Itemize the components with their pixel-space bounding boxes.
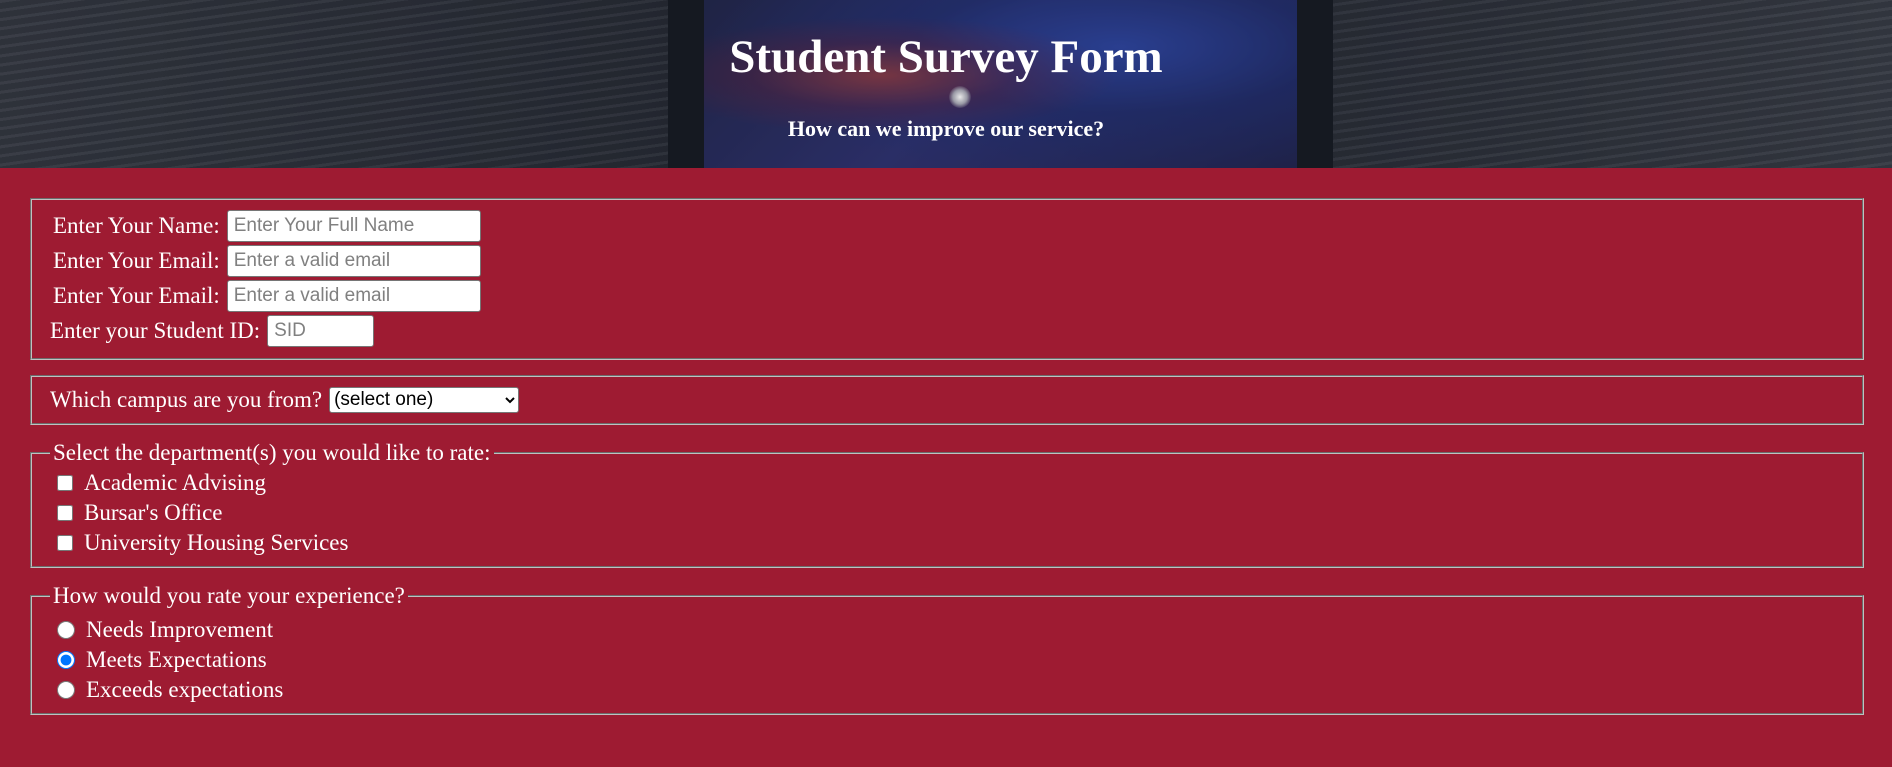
page-title: Student Survey Form xyxy=(729,31,1163,83)
rating-option-label: Exceeds expectations xyxy=(86,677,284,702)
meets-expectations-radio[interactable] xyxy=(57,651,75,669)
campus-select[interactable]: (select one) xyxy=(329,386,520,413)
student-id-input[interactable] xyxy=(267,314,375,347)
department-option-label: University Housing Services xyxy=(84,530,349,555)
exceeds-expectations-radio[interactable] xyxy=(57,681,75,699)
department-option-label: Bursar's Office xyxy=(84,500,223,525)
rating-option-label: Meets Expectations xyxy=(86,647,267,672)
student-id-row: Enter your Student ID: xyxy=(50,313,1846,348)
hero-banner: Student Survey Form How can we improve o… xyxy=(0,0,1892,168)
name-label: Enter Your Name: xyxy=(53,212,220,238)
rating-option: Meets Expectations xyxy=(50,645,1846,675)
campus-fieldset: Which campus are you from? (select one) xyxy=(30,375,1864,425)
department-option: Bursar's Office xyxy=(50,498,1846,528)
department-option-label: Academic Advising xyxy=(84,470,267,495)
email-confirm-row: Enter Your Email: xyxy=(50,278,1846,313)
academic-advising-checkbox[interactable] xyxy=(57,475,73,491)
email-confirm-input[interactable] xyxy=(226,279,481,312)
campus-row: Which campus are you from? (select one) xyxy=(50,382,1846,417)
departments-fieldset: Select the department(s) you would like … xyxy=(30,440,1864,568)
departments-legend: Select the department(s) you would like … xyxy=(53,440,491,465)
name-row: Enter Your Name: xyxy=(50,208,1846,243)
name-input[interactable] xyxy=(226,209,481,242)
survey-form: Enter Your Name: Enter Your Email: Enter… xyxy=(0,168,1892,715)
housing-services-checkbox[interactable] xyxy=(57,535,73,551)
personal-info-fieldset: Enter Your Name: Enter Your Email: Enter… xyxy=(30,198,1864,360)
rating-option: Needs Improvement xyxy=(50,615,1846,645)
webcam-icon xyxy=(949,86,971,108)
hero-overlay xyxy=(0,0,1892,168)
student-id-label: Enter your Student ID: xyxy=(50,317,261,343)
rating-option: Exceeds expectations xyxy=(50,675,1846,705)
email-confirm-label: Enter Your Email: xyxy=(53,282,220,308)
bursars-office-checkbox[interactable] xyxy=(57,505,73,521)
department-option: University Housing Services xyxy=(50,528,1846,558)
email-row: Enter Your Email: xyxy=(50,243,1846,278)
email-input[interactable] xyxy=(226,244,481,277)
rating-fieldset: How would you rate your experience? Need… xyxy=(30,583,1864,715)
campus-label: Which campus are you from? xyxy=(50,386,323,412)
page-subtitle: How can we improve our service? xyxy=(787,116,1105,141)
email-label: Enter Your Email: xyxy=(53,247,220,273)
rating-option-label: Needs Improvement xyxy=(86,617,274,642)
department-option: Academic Advising xyxy=(50,468,1846,498)
rating-legend: How would you rate your experience? xyxy=(53,583,405,608)
needs-improvement-radio[interactable] xyxy=(57,621,75,639)
